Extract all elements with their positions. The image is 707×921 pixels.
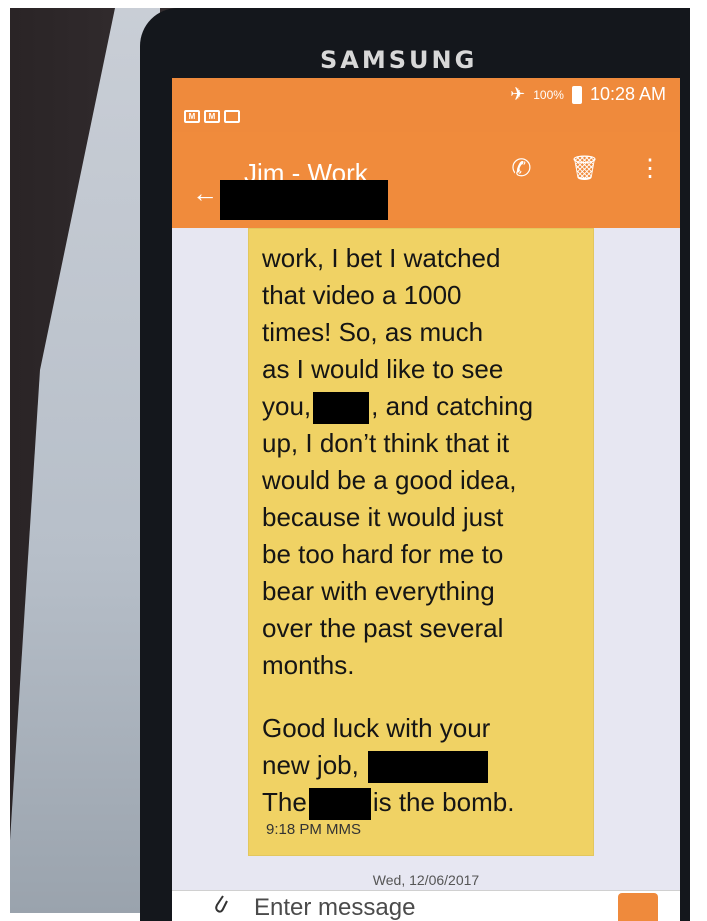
phone-icon[interactable]: ✆: [511, 154, 531, 183]
message-bubble[interactable]: work, I bet I watched that video a 1000 …: [248, 228, 594, 856]
redaction: [220, 180, 388, 220]
clock: 10:28 AM: [589, 84, 666, 104]
gmail-icon: M: [204, 110, 220, 123]
message-line: because it would just: [262, 502, 504, 532]
battery-percent: 100%: [533, 87, 564, 102]
app-bar: ← Jim - Work ✆ 🗑 ⋮: [172, 132, 680, 228]
message-line: would be a good idea,: [262, 465, 517, 495]
message-meta: 9:18 PM MMS: [266, 821, 362, 838]
phone: SAMSUNG M M ✈ 100% 10:28 AM ← Jim - Work…: [140, 8, 690, 921]
trash-icon[interactable]: 🗑: [570, 154, 600, 183]
message-line: work, I bet I watched: [262, 243, 501, 273]
redaction: [308, 788, 371, 821]
message-line: new job,: [262, 747, 582, 784]
battery-icon: [571, 85, 582, 104]
message-text-part: new job,: [262, 750, 359, 780]
redaction: [368, 751, 489, 784]
brand-logo: SAMSUNG: [320, 46, 478, 74]
status-right: ✈ 100% 10:28 AM: [510, 84, 666, 105]
message-line: that video a 1000: [262, 280, 462, 310]
screen: M M ✈ 100% 10:28 AM ← Jim - Work ✆ 🗑 ⋮ w…: [172, 78, 680, 921]
back-arrow-icon[interactable]: ←: [192, 178, 218, 209]
message-text-part: is the bomb.: [372, 787, 515, 817]
message-text: work, I bet I watched that video a 1000 …: [262, 240, 582, 821]
more-vert-icon[interactable]: ⋮: [638, 154, 662, 183]
send-button[interactable]: [618, 893, 658, 921]
message-line: as I would like to see: [262, 354, 504, 384]
message-line: months.: [262, 650, 355, 680]
notification-icons: M M: [184, 110, 240, 123]
gmail-icon: M: [184, 110, 200, 123]
message-text-part: you,: [262, 391, 312, 421]
message-line: bear with everything: [262, 576, 495, 606]
message-text-part: The: [262, 787, 307, 817]
message-line: The is the bomb.: [262, 784, 582, 821]
redaction: [313, 392, 370, 425]
paperclip-icon[interactable]: [212, 893, 230, 919]
message-line: times! So, as much: [262, 317, 484, 347]
message-line: Good luck with your: [262, 713, 491, 743]
message-input[interactable]: [252, 891, 576, 921]
composer-bar: [172, 890, 680, 921]
message-line: be too hard for me to: [262, 539, 504, 569]
app-bar-actions: ✆ 🗑 ⋮: [511, 154, 662, 183]
message-line: you, , and catching: [262, 388, 582, 425]
date-divider: Wed, 12/06/2017: [372, 872, 480, 888]
message-line: over the past several: [262, 613, 504, 643]
calendar-icon: [224, 110, 240, 123]
message-text-part: , and catching: [371, 391, 534, 421]
message-line: up, I don’t think that it: [262, 428, 510, 458]
status-bar: M M ✈ 100% 10:28 AM: [172, 78, 680, 132]
airplane-icon: ✈: [510, 84, 526, 104]
